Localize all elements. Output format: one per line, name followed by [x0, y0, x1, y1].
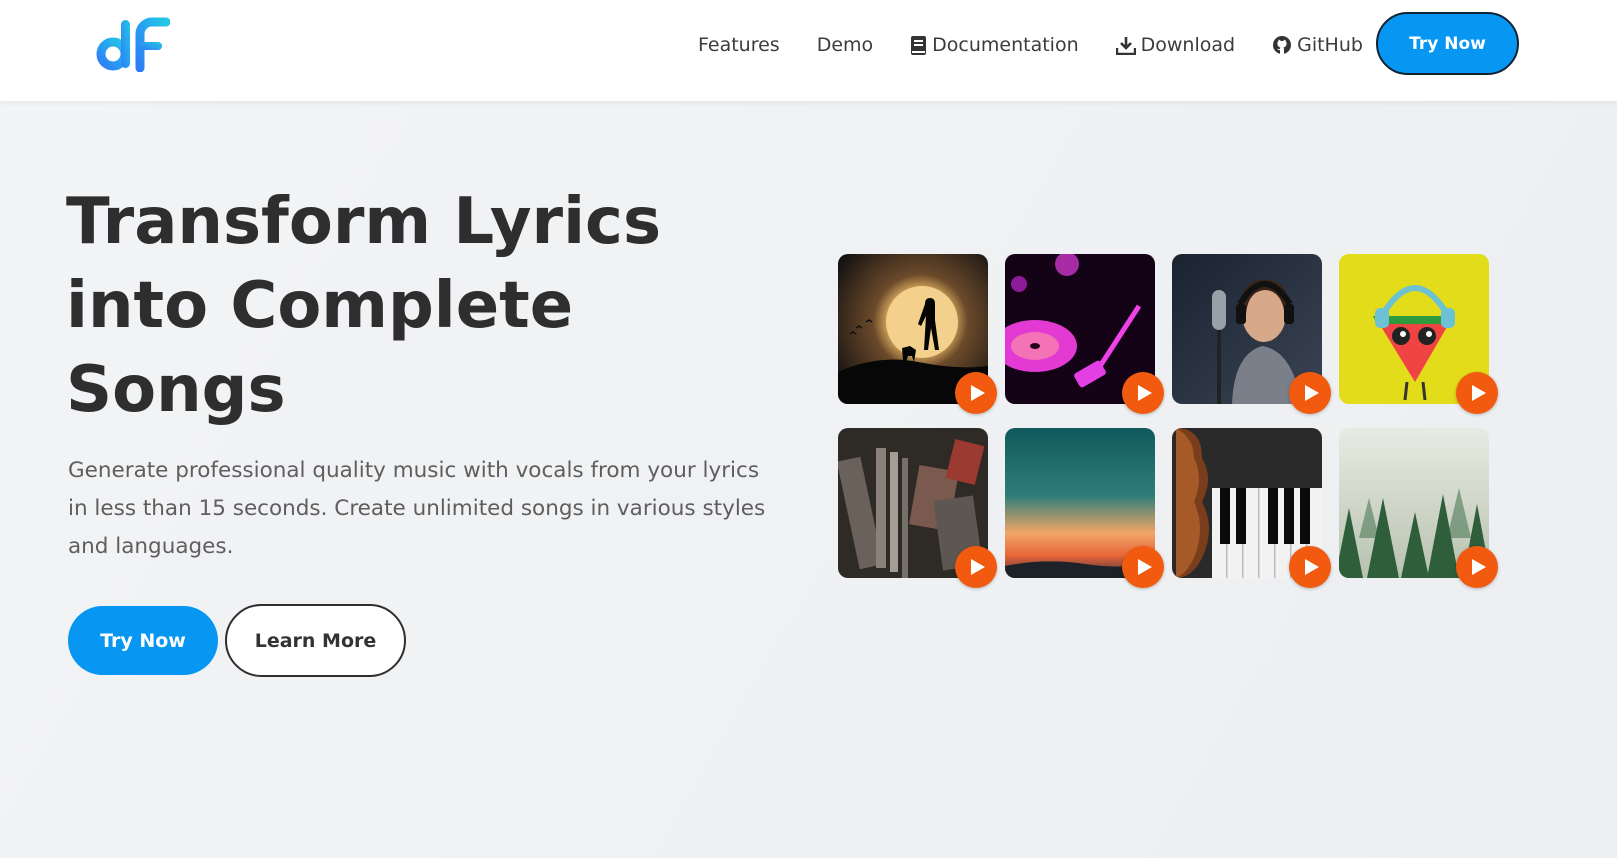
play-icon[interactable] [1456, 546, 1498, 588]
sample-gallery [838, 254, 1498, 594]
play-icon[interactable] [955, 546, 997, 588]
play-icon[interactable] [1122, 372, 1164, 414]
nav-download[interactable]: Download [1115, 34, 1236, 56]
hero-title-line: into Complete [66, 269, 574, 343]
logo[interactable] [96, 16, 171, 73]
nav-github[interactable]: GitHub [1272, 34, 1363, 56]
download-icon [1115, 36, 1136, 55]
header-try-now-button[interactable]: Try Now [1376, 12, 1519, 75]
nav-documentation-label: Documentation [932, 34, 1079, 56]
learn-more-button[interactable]: Learn More [225, 604, 406, 677]
hero-title: Transform Lyrics into Complete Songs [66, 180, 766, 432]
play-icon[interactable] [1289, 546, 1331, 588]
hero-subtitle: Generate professional quality music with… [68, 458, 766, 559]
sample-tile-watermelon-headphones[interactable] [1339, 254, 1498, 414]
top-navbar: Features Demo Documentation Download Git… [0, 0, 1617, 101]
sample-tile-singer-studio[interactable] [1172, 254, 1331, 414]
nav-documentation[interactable]: Documentation [910, 34, 1079, 56]
play-icon[interactable] [955, 372, 997, 414]
sample-tile-pink-vinyl[interactable] [1005, 254, 1164, 414]
play-icon[interactable] [1122, 546, 1164, 588]
play-icon[interactable] [1289, 372, 1331, 414]
try-now-button[interactable]: Try Now [68, 606, 218, 675]
nav-download-label: Download [1140, 34, 1236, 56]
hero-title-line: Songs [66, 353, 286, 427]
nav-features-label: Features [698, 34, 780, 56]
sample-tile-misty-forest[interactable] [1339, 428, 1498, 588]
sample-tile-sunset-guitarist[interactable] [838, 254, 997, 414]
nav-github-label: GitHub [1297, 34, 1363, 56]
logo-mark-icon [96, 17, 171, 73]
play-icon[interactable] [1456, 372, 1498, 414]
nav-features[interactable]: Features [698, 34, 780, 56]
nav-demo-label: Demo [816, 34, 874, 56]
sample-tile-violin-piano[interactable] [1172, 428, 1331, 588]
sample-tile-cd-stack[interactable] [838, 428, 997, 588]
sample-tile-teal-sunset-sky[interactable] [1005, 428, 1164, 588]
hero-title-line: Transform Lyrics [66, 185, 662, 259]
main-nav: Features Demo Documentation Download Git… [698, 0, 1400, 90]
nav-demo[interactable]: Demo [817, 34, 873, 56]
github-icon [1273, 36, 1292, 54]
book-icon [911, 35, 927, 55]
